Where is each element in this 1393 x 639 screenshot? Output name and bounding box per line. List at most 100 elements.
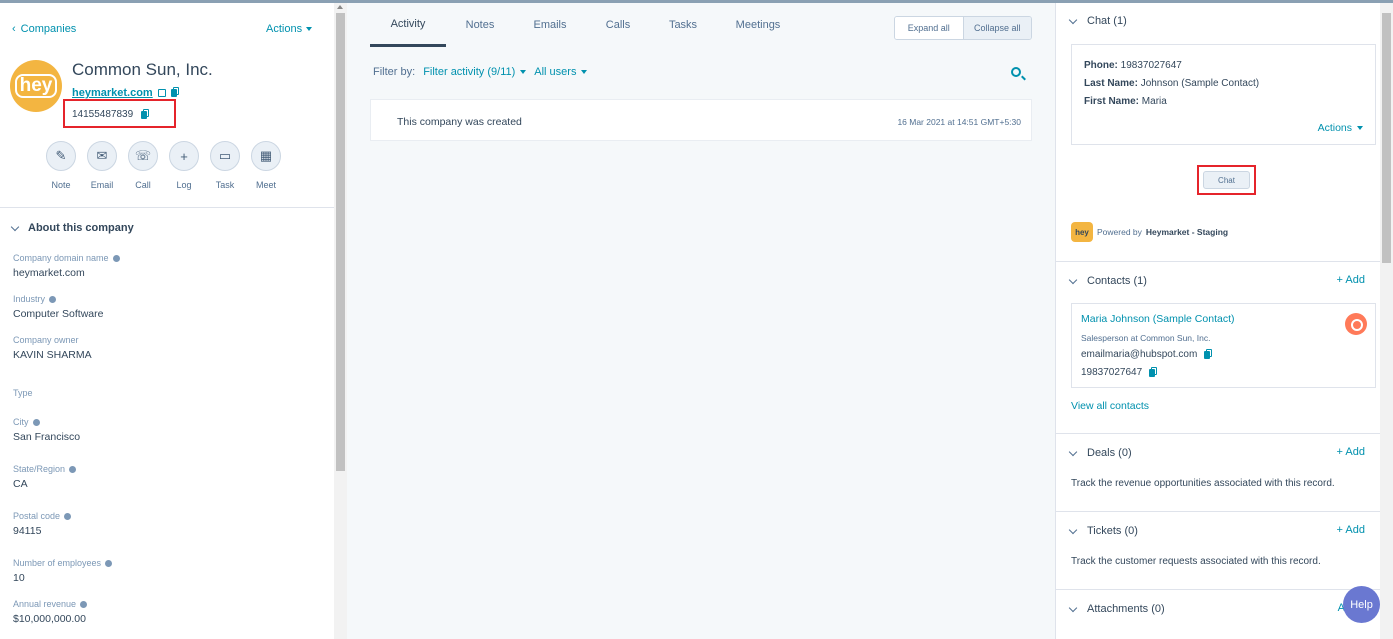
info-icon[interactable] <box>32 418 40 426</box>
company-name: Common Sun, Inc. <box>72 60 213 79</box>
external-link-icon[interactable] <box>157 89 166 97</box>
left-scrollbar[interactable] <box>334 3 347 639</box>
task-icon[interactable]: ▭ <box>210 141 240 171</box>
collapse-all-button[interactable]: Collapse all <box>962 17 1031 39</box>
property-employees[interactable]: Number of employees 10 <box>13 558 113 584</box>
chat-contact-card: Phone: 19837027647 Last Name: Johnson (S… <box>1071 44 1376 145</box>
right-sidebar: Chat (1) Phone: 19837027647 Last Name: J… <box>1055 3 1393 639</box>
timeline-event: This company was created 16 Mar 2021 at … <box>370 99 1032 141</box>
copy-icon[interactable] <box>141 110 148 119</box>
contact-name-link[interactable]: Maria Johnson (Sample Contact) <box>1081 313 1235 325</box>
copy-icon[interactable] <box>170 89 177 97</box>
add-contact-link[interactable]: + Add <box>1337 274 1365 286</box>
note-action[interactable]: ✎ Note <box>46 141 76 190</box>
chat-section-toggle[interactable]: Chat (1) <box>1068 15 1127 27</box>
tab-activity[interactable]: Activity <box>370 3 446 47</box>
help-button[interactable]: Help <box>1343 586 1380 623</box>
add-ticket-link[interactable]: + Add <box>1337 524 1365 536</box>
chevron-down-icon <box>1068 275 1078 284</box>
scroll-thumb[interactable] <box>336 13 345 471</box>
chevron-down-icon <box>1068 603 1078 612</box>
add-deal-link[interactable]: + Add <box>1337 446 1365 458</box>
tab-calls[interactable]: Calls <box>586 3 650 47</box>
copy-icon[interactable] <box>1149 368 1156 377</box>
caret-down-icon <box>581 70 588 74</box>
plus-icon[interactable]: + <box>169 141 199 171</box>
divider <box>0 207 334 208</box>
tab-tasks[interactable]: Tasks <box>650 3 716 47</box>
phone-icon[interactable]: ☏ <box>128 141 158 171</box>
chevron-down-icon <box>1068 15 1078 24</box>
attachments-section-toggle[interactable]: Attachments (0) <box>1068 603 1165 615</box>
contact-role: Salesperson at Common Sun, Inc. <box>1081 333 1211 343</box>
about-section-toggle[interactable]: About this company <box>10 222 134 234</box>
hubspot-icon <box>1345 313 1367 335</box>
note-icon[interactable]: ✎ <box>46 141 76 171</box>
divider <box>1056 433 1393 434</box>
chevron-down-icon <box>1068 525 1078 534</box>
chevron-down-icon <box>10 222 20 231</box>
quick-actions: ✎ Note ✉ Email ☏ Call + Log ▭ Task ▦ Meet <box>46 141 281 190</box>
scroll-thumb[interactable] <box>1382 13 1391 263</box>
task-action[interactable]: ▭ Task <box>210 141 240 190</box>
chevron-down-icon <box>1068 447 1078 456</box>
back-to-companies-link[interactable]: ‹ Companies <box>12 23 76 35</box>
company-phone: 14155487839 <box>72 109 148 120</box>
property-postal-code[interactable]: Postal code 94115 <box>13 511 72 537</box>
property-type[interactable]: Type <box>13 388 33 402</box>
expand-all-button[interactable]: Expand all <box>895 17 963 39</box>
timeline-tabs: Activity Notes Emails Calls Tasks Meetin… <box>370 3 800 47</box>
heymarket-logo: hey <box>1071 222 1093 242</box>
search-icon[interactable] <box>1011 67 1021 77</box>
divider <box>1056 511 1393 512</box>
tab-meetings[interactable]: Meetings <box>716 3 800 47</box>
property-industry[interactable]: Industry Computer Software <box>13 294 103 320</box>
deals-section-toggle[interactable]: Deals (0) <box>1068 447 1132 459</box>
info-icon[interactable] <box>112 254 120 262</box>
call-action[interactable]: ☏ Call <box>128 141 158 190</box>
calendar-icon[interactable]: ▦ <box>251 141 281 171</box>
filter-bar: Filter by: Filter activity (9/11) All us… <box>373 66 588 78</box>
chat-button[interactable]: Chat <box>1203 171 1250 189</box>
info-icon[interactable] <box>105 559 113 567</box>
company-domain-link[interactable]: heymarket.com <box>72 87 177 99</box>
company-actions-dropdown[interactable]: Actions <box>266 23 313 35</box>
deals-description: Track the revenue opportunities associat… <box>1071 478 1335 489</box>
meet-action[interactable]: ▦ Meet <box>251 141 281 190</box>
log-action[interactable]: + Log <box>169 141 199 190</box>
expand-collapse-toggle: Expand all Collapse all <box>894 16 1032 40</box>
view-all-contacts-link[interactable]: View all contacts <box>1071 400 1149 412</box>
tab-notes[interactable]: Notes <box>446 3 514 47</box>
contact-phone: 19837027647 <box>1081 367 1156 378</box>
caret-down-icon <box>1357 126 1363 130</box>
copy-icon[interactable] <box>1204 350 1211 359</box>
property-owner[interactable]: Company owner KAVIN SHARMA <box>13 335 92 361</box>
info-icon[interactable] <box>64 512 72 520</box>
powered-by: hey Powered by Heymarket - Staging <box>1071 222 1228 242</box>
divider <box>1056 261 1393 262</box>
contact-card: Maria Johnson (Sample Contact) Salespers… <box>1071 303 1376 388</box>
right-scrollbar[interactable] <box>1380 3 1393 639</box>
all-users-dropdown[interactable]: All users <box>534 66 588 78</box>
tickets-section-toggle[interactable]: Tickets (0) <box>1068 525 1138 537</box>
contacts-section-toggle[interactable]: Contacts (1) <box>1068 275 1147 287</box>
email-action[interactable]: ✉ Email <box>87 141 117 190</box>
scroll-up-icon[interactable] <box>337 5 343 9</box>
email-icon[interactable]: ✉ <box>87 141 117 171</box>
info-icon[interactable] <box>49 295 57 303</box>
tickets-description: Track the customer requests associated w… <box>1071 556 1321 567</box>
company-logo: hey <box>10 60 62 112</box>
caret-down-icon <box>520 70 527 74</box>
property-city[interactable]: City San Francisco <box>13 417 80 443</box>
info-icon[interactable] <box>69 465 77 473</box>
caret-down-icon <box>306 27 313 31</box>
property-state[interactable]: State/Region CA <box>13 464 77 490</box>
tab-emails[interactable]: Emails <box>514 3 586 47</box>
info-icon[interactable] <box>80 600 88 608</box>
property-domain[interactable]: Company domain name heymarket.com <box>13 253 120 279</box>
divider <box>1056 589 1393 590</box>
chat-actions-dropdown[interactable]: Actions <box>1318 122 1363 134</box>
activity-timeline: Activity Notes Emails Calls Tasks Meetin… <box>347 3 1055 639</box>
filter-activity-dropdown[interactable]: Filter activity (9/11) <box>423 66 527 78</box>
property-revenue[interactable]: Annual revenue $10,000,000.00 <box>13 599 88 625</box>
